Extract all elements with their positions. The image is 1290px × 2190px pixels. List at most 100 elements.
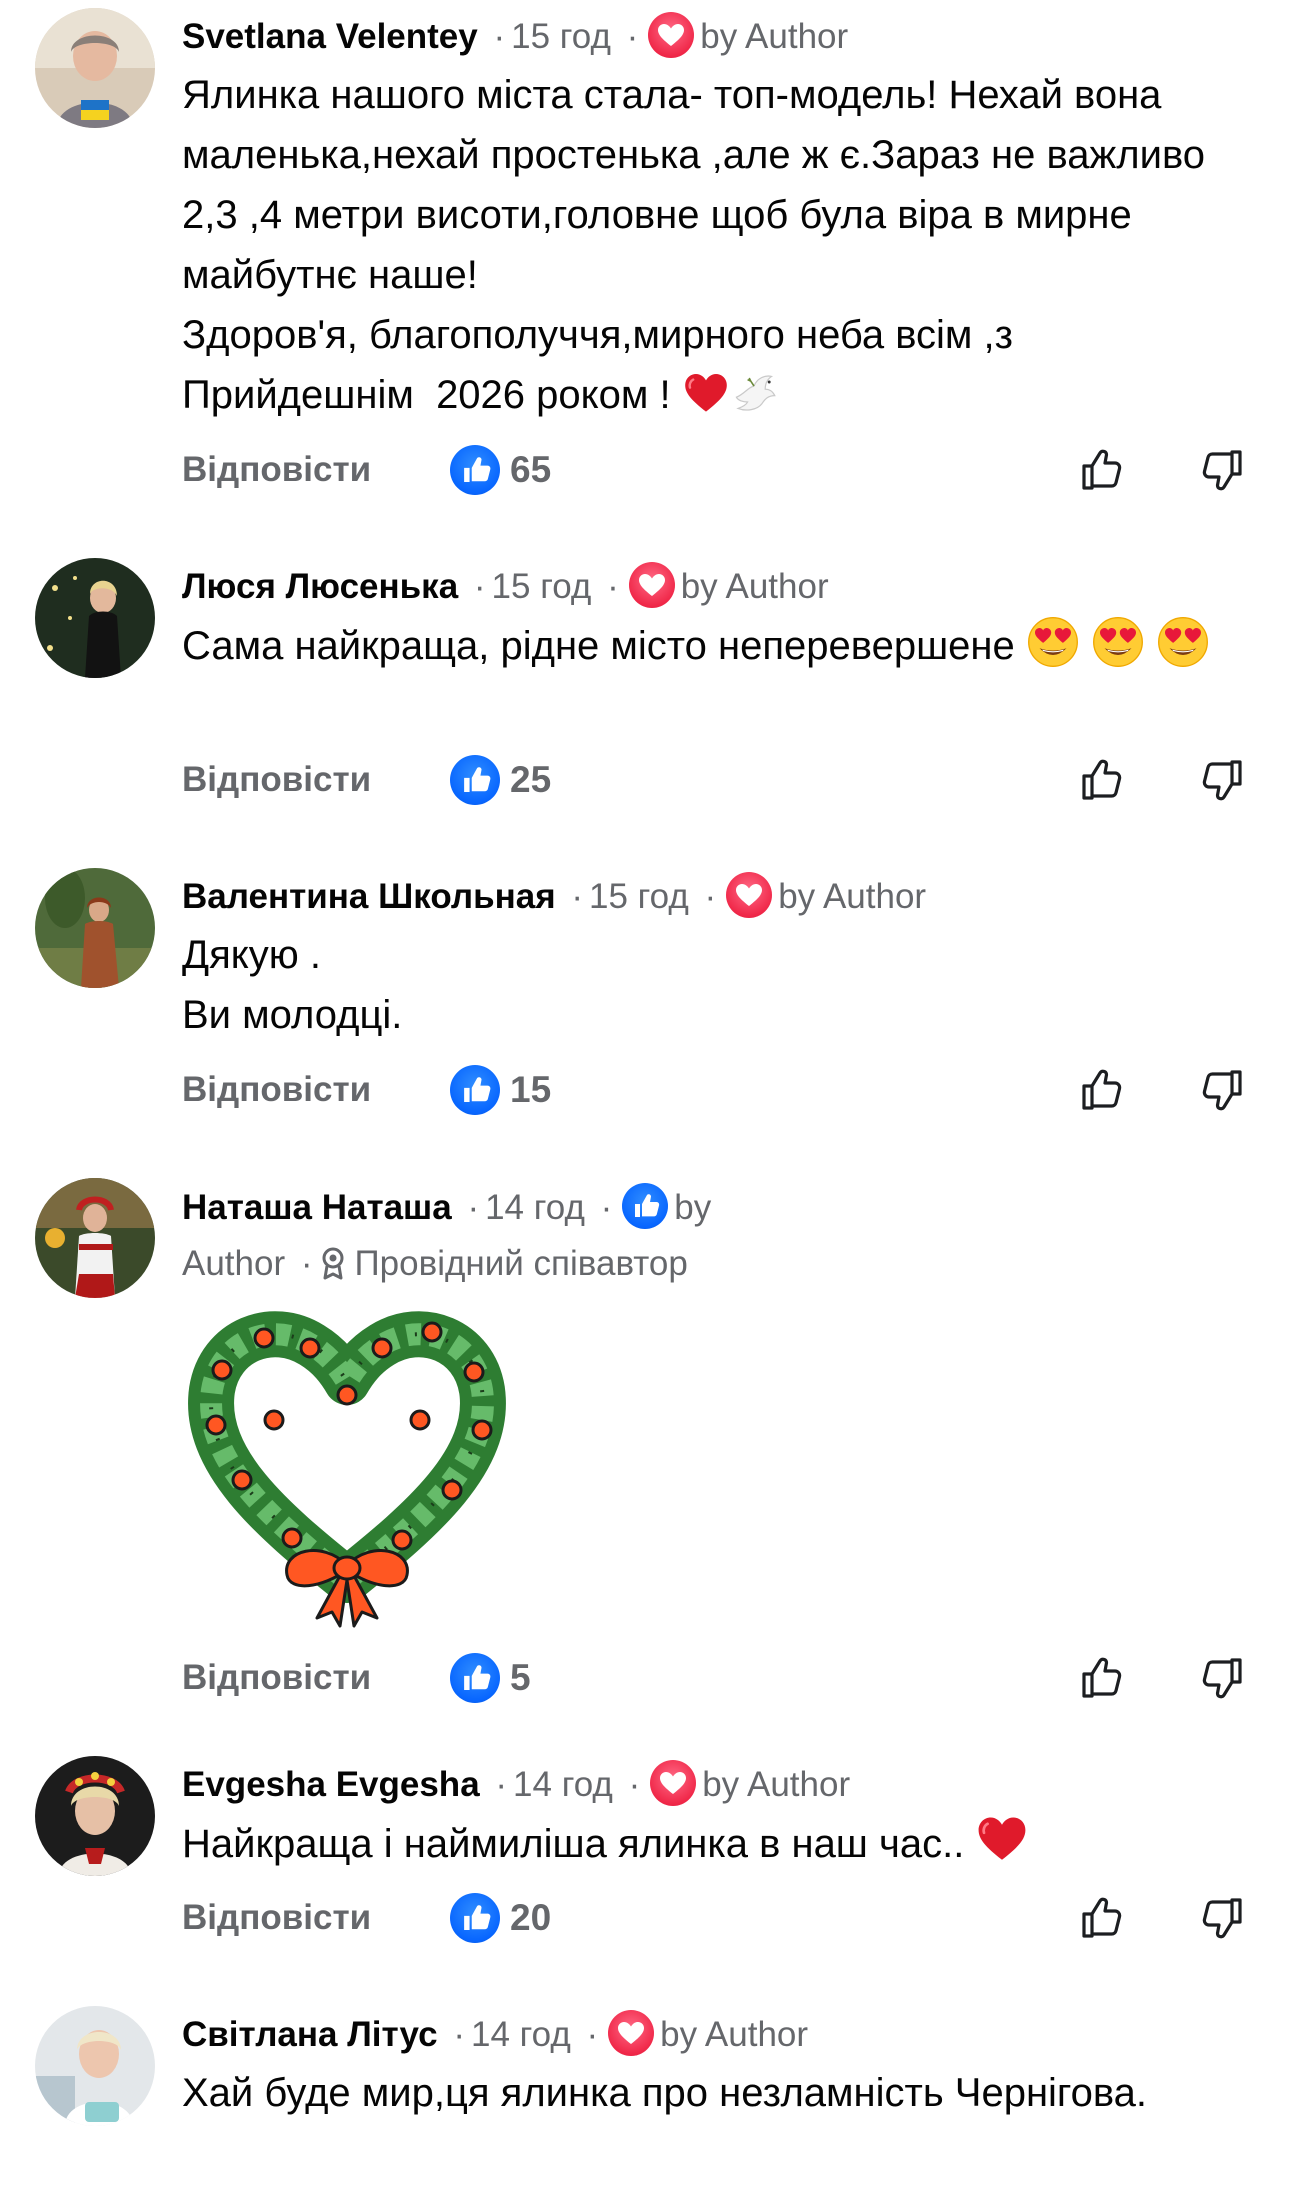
avatar[interactable]: [35, 1178, 155, 1298]
separator-dot: ·: [571, 877, 584, 916]
thumbs-down-icon[interactable]: [1192, 440, 1252, 500]
separator-dot: ·: [626, 17, 639, 56]
like-reaction-icon: [622, 1183, 669, 1229]
separator-dot: ·: [600, 1188, 613, 1227]
thumbs-up-icon[interactable]: [1072, 750, 1132, 810]
heart-wreath-sticker[interactable]: [182, 1300, 512, 1630]
by-author-label: by Author: [778, 877, 927, 916]
timestamp[interactable]: 14 год: [513, 1765, 613, 1804]
like-reaction-icon: [450, 445, 500, 495]
avatar[interactable]: [35, 1756, 155, 1876]
comment-actions: Відповісти 25: [182, 750, 1290, 810]
thumbs-down-icon[interactable]: [1192, 1888, 1252, 1948]
like-reaction-icon: [450, 755, 500, 805]
author-name[interactable]: Світлана Літус: [182, 2015, 438, 2054]
comment-actions: Відповісти 15: [182, 1060, 1290, 1120]
reply-button[interactable]: Відповісти: [182, 760, 371, 800]
avatar[interactable]: [35, 868, 155, 988]
red-heart-emoji: [682, 370, 730, 418]
author-name[interactable]: Наташа Наташа: [182, 1188, 452, 1227]
comment-text: Найкраща і наймиліша ялинка в наш час..: [182, 1813, 1250, 1874]
comment-actions: Відповісти 65: [182, 440, 1290, 500]
timestamp[interactable]: 14 год: [485, 1188, 585, 1227]
separator-dot: ·: [704, 877, 717, 916]
love-reaction-icon: [726, 872, 773, 918]
like-reaction-icon: [450, 1893, 500, 1943]
thumbs-down-icon[interactable]: [1192, 1648, 1252, 1708]
by-author-label: by Author: [702, 1765, 851, 1804]
love-reaction-icon: [648, 12, 695, 58]
separator-dot: ·: [628, 1765, 641, 1804]
separator-dot: ·: [586, 2015, 599, 2054]
by-author-label: by: [674, 1188, 712, 1227]
separator-dot: ·: [495, 1765, 508, 1804]
like-summary[interactable]: 25: [450, 754, 551, 806]
reply-button[interactable]: Відповісти: [182, 1898, 371, 1938]
comment-meta: Валентина Школьная · 15 год · by Author: [182, 872, 1250, 922]
author-name[interactable]: Валентина Школьная: [182, 877, 556, 916]
comment-actions: Відповісти 5: [182, 1648, 1290, 1708]
role-label: Провідний співавтор: [354, 1244, 688, 1283]
thumbs-up-icon[interactable]: [1072, 1060, 1132, 1120]
timestamp[interactable]: 15 год: [511, 17, 611, 56]
reply-button[interactable]: Відповісти: [182, 450, 371, 490]
like-count: 5: [510, 1657, 531, 1698]
separator-dot: ·: [453, 2015, 465, 2054]
comment-text: Сама найкраща, рідне місто неперевершене: [182, 615, 1250, 676]
timestamp[interactable]: 14 год: [471, 2015, 571, 2054]
like-summary[interactable]: 20: [450, 1892, 551, 1944]
avatar[interactable]: [35, 8, 155, 128]
dove-emoji: [730, 370, 778, 418]
like-summary[interactable]: 15: [450, 1064, 551, 1116]
timestamp[interactable]: 15 год: [589, 877, 689, 916]
thumbs-up-icon[interactable]: [1072, 1648, 1132, 1708]
reply-button[interactable]: Відповісти: [182, 1070, 371, 1110]
by-author-label: by Author: [700, 17, 849, 56]
comment-meta: Evgesha Evgesha · 14 год · by Author: [182, 1760, 1250, 1810]
red-heart-emoji: [975, 1813, 1029, 1867]
comment-meta: Svetlana Velentey · 15 год · by Author: [182, 12, 1250, 62]
love-reaction-icon: [608, 2010, 655, 2056]
by-author-label: by Author: [680, 567, 829, 606]
comment-text: Ялинка нашого міста стала- топ-модель! Н…: [182, 65, 1250, 425]
comment-actions: Відповісти 20: [182, 1888, 1290, 1948]
separator-dot: ·: [300, 1244, 313, 1283]
reply-button[interactable]: Відповісти: [182, 1658, 371, 1698]
heart-eyes-emoji: [1026, 615, 1080, 669]
thumbs-down-icon[interactable]: [1192, 1060, 1252, 1120]
like-summary[interactable]: 5: [450, 1652, 531, 1704]
timestamp[interactable]: 15 год: [492, 567, 592, 606]
like-count: 65: [510, 449, 552, 490]
thumbs-up-icon[interactable]: [1072, 1888, 1132, 1948]
thumbs-up-icon[interactable]: [1072, 440, 1132, 500]
separator-dot: ·: [467, 1188, 480, 1227]
comment-body: Найкраща і наймиліша ялинка в наш час..: [182, 1822, 976, 1866]
like-count: 15: [510, 1069, 552, 1110]
avatar[interactable]: [35, 558, 155, 678]
comment-body: Ялинка нашого міста стала- топ-модель! Н…: [182, 73, 1205, 417]
separator-dot: ·: [607, 567, 619, 606]
separator-dot: ·: [493, 17, 506, 56]
separator-dot: ·: [473, 567, 486, 606]
comment-meta: Наташа Наташа · 14 год · by Author · Провід…: [182, 1180, 1250, 1292]
top-contributor-icon: [322, 1247, 344, 1280]
like-summary[interactable]: 65: [450, 444, 551, 496]
comment-text: Хай буде мир,ця ялинка про незламність Ч…: [182, 2071, 1148, 2115]
author-name[interactable]: Люся Люсенька: [182, 567, 458, 606]
thumbs-down-icon[interactable]: [1192, 750, 1252, 810]
like-reaction-icon: [450, 1653, 500, 1703]
like-count: 20: [510, 1897, 552, 1938]
by-author-label: Author: [182, 1244, 286, 1283]
comment-text: Дякую . Ви молодці.: [182, 933, 403, 1037]
love-reaction-icon: [650, 1760, 697, 1806]
heart-eyes-emoji: [1156, 615, 1210, 669]
like-reaction-icon: [450, 1065, 500, 1115]
comment-body: Сама найкраща, рідне місто неперевершене: [182, 624, 1026, 668]
love-reaction-icon: [628, 562, 675, 608]
author-name[interactable]: Svetlana Velentey: [182, 17, 478, 56]
heart-eyes-emoji: [1091, 615, 1145, 669]
author-name[interactable]: Evgesha Evgesha: [182, 1765, 480, 1804]
avatar[interactable]: [35, 2006, 155, 2126]
by-author-label: by Author: [660, 2015, 809, 2054]
comment-meta: Світлана Літус · 14 год · by Author: [182, 2010, 1250, 2060]
